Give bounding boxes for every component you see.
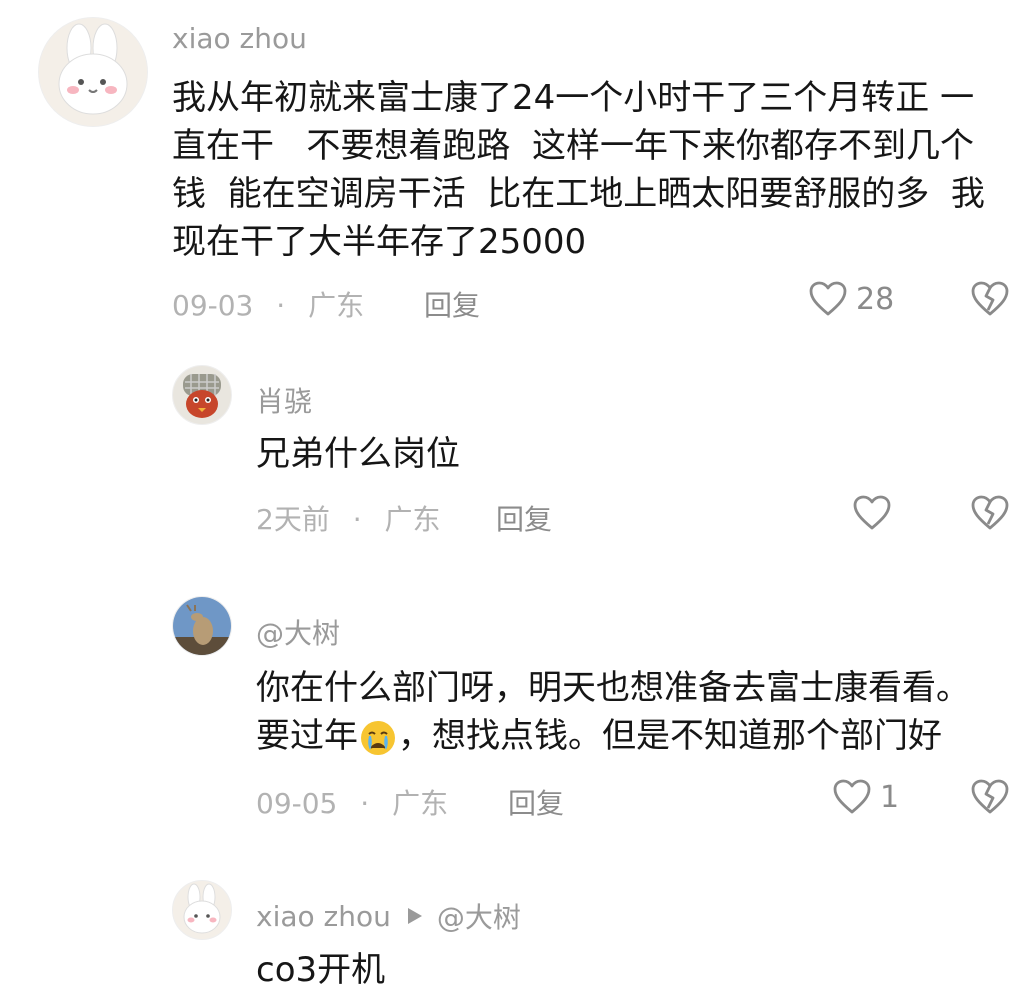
heart-outline-icon: [853, 495, 891, 530]
comment-username[interactable]: 肖骁: [256, 380, 312, 420]
dislike-button[interactable]: [970, 280, 1010, 322]
comment-username[interactable]: xiao zhou: [172, 22, 307, 55]
comment-text-line: 兄弟什么岗位: [256, 434, 460, 474]
comment-date: 09-03: [172, 289, 254, 322]
heart-outline-icon: [809, 281, 847, 316]
comment-text: 兄弟什么岗位: [256, 430, 1016, 478]
text-fragment: 要过年: [256, 716, 358, 756]
dislike-button[interactable]: [970, 778, 1010, 820]
meta-separator: ·: [360, 787, 370, 820]
comment-date: 2天前: [256, 503, 330, 536]
like-button[interactable]: [852, 494, 900, 532]
avatar[interactable]: [38, 17, 148, 127]
like-button[interactable]: 1: [832, 778, 899, 816]
like-button[interactable]: 28: [808, 280, 894, 318]
comment-username[interactable]: @大树: [256, 612, 340, 652]
dislike-button[interactable]: [970, 494, 1010, 536]
avatar[interactable]: [172, 365, 232, 425]
broken-heart-icon: [971, 495, 1009, 530]
comment-text-line: 钱 能在空调房干活 比在工地上晒太阳要舒服的多 我: [172, 174, 985, 214]
comment-text-line: co3开机: [256, 950, 386, 990]
text-fragment: ，想找点钱。但是不知道那个部门好: [398, 716, 942, 756]
heart-outline-icon: [833, 779, 871, 814]
comment-meta: 09-05 · 广东: [256, 782, 448, 822]
play-arrow-icon: [407, 908, 422, 924]
bunny-avatar-icon: [173, 881, 231, 939]
comment-text-line: 你在什么部门呀，明天也想准备去富士康看看。: [256, 668, 970, 708]
bunny-avatar-icon: [39, 18, 147, 126]
comment-meta: 09-03 · 广东: [172, 284, 364, 324]
avatar[interactable]: [172, 880, 232, 940]
meta-separator: ·: [352, 503, 362, 536]
comment-text-line: 要过年 ，想找点钱。但是不知道那个部门好: [256, 712, 1026, 760]
comment-text-line: 现在干了大半年存了25000: [172, 222, 587, 262]
reply-target-username[interactable]: @大树: [437, 896, 521, 936]
like-count: 1: [880, 779, 900, 815]
comment-text-line: 直在干 不要想着跑路 这样一年下来你都存不到几个: [172, 126, 975, 166]
reply-button[interactable]: 回复: [424, 284, 480, 324]
comment-location: 广东: [384, 503, 441, 536]
knight-avatar-icon: [173, 366, 231, 424]
comment-meta: 2天前 · 广东: [256, 498, 441, 538]
comment-username-row: xiao zhou @大树: [256, 896, 521, 936]
comment-text: 你在什么部门呀，明天也想准备去富士康看看。 要过年 ，想找点钱。但是不知道那个部…: [256, 664, 1026, 760]
comment-date: 09-05: [256, 787, 338, 820]
comment-location: 广东: [392, 787, 449, 820]
broken-heart-icon: [971, 779, 1009, 814]
comment-username[interactable]: xiao zhou: [256, 900, 391, 933]
comment-text: co3开机: [256, 946, 1016, 994]
meta-separator: ·: [276, 289, 286, 322]
comment-text-line: 我从年初就来富士康了24一个小时干了三个月转正 一: [172, 78, 975, 118]
crying-face-emoji-icon: [361, 720, 395, 755]
broken-heart-icon: [971, 281, 1009, 316]
like-count: 28: [856, 281, 895, 317]
comment-text: 我从年初就来富士康了24一个小时干了三个月转正 一 直在干 不要想着跑路 这样一…: [172, 74, 1032, 266]
animal-avatar-icon: [173, 597, 231, 655]
reply-button[interactable]: 回复: [496, 498, 552, 538]
avatar[interactable]: [172, 596, 232, 656]
comment-location: 广东: [308, 289, 365, 322]
reply-button[interactable]: 回复: [508, 782, 564, 822]
